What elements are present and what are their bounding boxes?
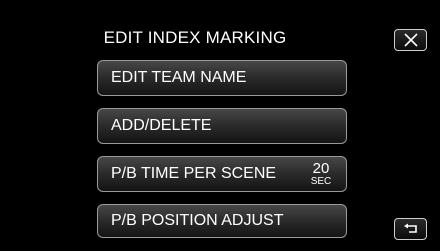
menu-screen: EDIT INDEX MARKING EDIT TEAM NAME ADD/DE… <box>0 0 440 251</box>
edit-team-name-button[interactable]: EDIT TEAM NAME <box>97 60 347 96</box>
edit-team-name-label: EDIT TEAM NAME <box>111 69 247 86</box>
return-icon <box>403 223 417 233</box>
add-delete-label: ADD/DELETE <box>111 117 212 134</box>
close-button[interactable] <box>394 29 427 51</box>
pb-time-per-scene-label: P/B TIME PER SCENE <box>111 165 277 182</box>
back-button[interactable] <box>394 218 427 240</box>
pb-position-adjust-button[interactable]: P/B POSITION ADJUST <box>97 204 347 238</box>
add-delete-button[interactable]: ADD/DELETE <box>97 108 347 144</box>
scene-time-number: 20 <box>312 160 330 177</box>
scene-time-unit: SEC <box>310 176 332 187</box>
pb-time-per-scene-button[interactable]: P/B TIME PER SCENE 20 SEC <box>97 156 347 192</box>
page-title: EDIT INDEX MARKING <box>103 28 287 47</box>
scene-time-value: 20 SEC <box>304 161 338 187</box>
close-icon <box>403 33 418 47</box>
pb-position-adjust-label: P/B POSITION ADJUST <box>111 212 284 229</box>
